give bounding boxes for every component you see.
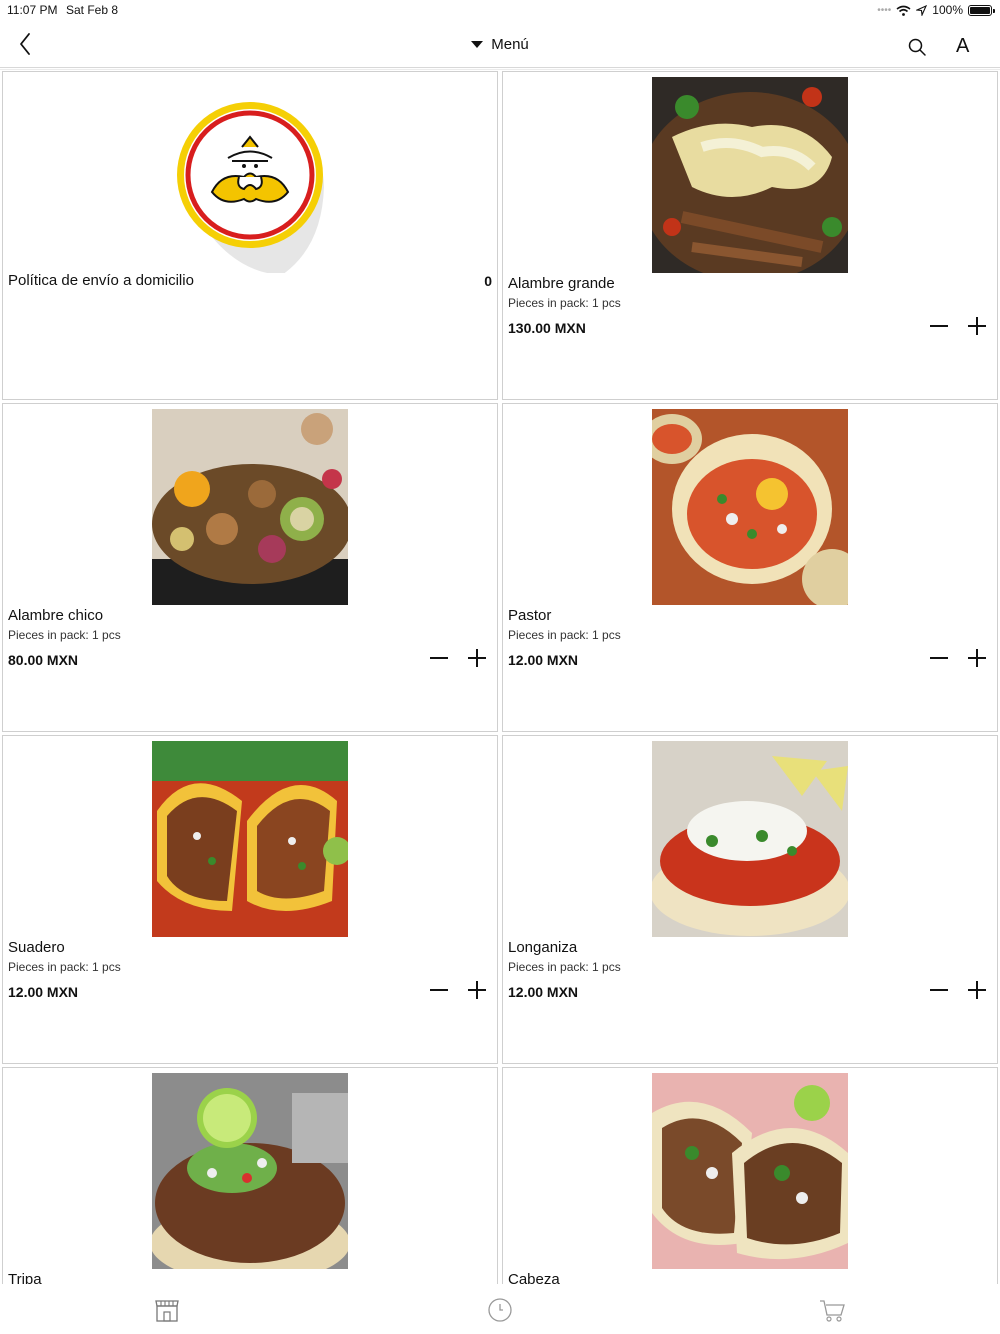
- restaurant-logo: [177, 102, 324, 273]
- cart-icon[interactable]: [818, 1296, 846, 1324]
- search-icon[interactable]: [906, 36, 928, 58]
- status-time: 11:07 PM: [7, 3, 58, 17]
- tab-bar: [0, 1284, 1000, 1334]
- category-selector[interactable]: Menú: [0, 36, 1000, 53]
- product-name: Cabeza: [508, 1271, 560, 1284]
- product-price: 12.00 MXN: [508, 652, 579, 668]
- menu-grid: Política de envío a domicilio 0 Alambre …: [0, 70, 1000, 1284]
- product-name: Tripa: [8, 1271, 42, 1284]
- product-photo: [652, 77, 848, 273]
- status-date: Sat Feb 8: [66, 3, 119, 17]
- product-card[interactable]: Alambre chico Pieces in pack: 1 pcs 80.0…: [2, 403, 498, 732]
- wifi-icon: [896, 5, 911, 16]
- plus-icon[interactable]: [466, 979, 488, 1001]
- nav-bar: Menú A: [0, 20, 1000, 68]
- policy-title: Política de envío a domicilio: [8, 272, 194, 289]
- status-bar: 11:07 PM Sat Feb 8 •••• 100%: [0, 0, 1000, 20]
- store-icon[interactable]: [153, 1296, 181, 1324]
- product-card[interactable]: Alambre grande Pieces in pack: 1 pcs 130…: [502, 71, 998, 400]
- product-name: Pastor: [508, 607, 552, 624]
- minus-icon[interactable]: [428, 647, 450, 669]
- policy-card[interactable]: Política de envío a domicilio 0: [2, 71, 498, 400]
- product-card[interactable]: Tripa: [2, 1067, 498, 1284]
- signal-icon: ••••: [877, 4, 892, 16]
- page-title: Menú: [491, 36, 529, 53]
- product-price: 130.00 MXN: [508, 320, 586, 336]
- product-photo: [652, 741, 848, 937]
- product-photo: [652, 409, 848, 605]
- product-pieces: Pieces in pack: 1 pcs: [508, 628, 621, 642]
- minus-icon[interactable]: [928, 647, 950, 669]
- product-photo: [152, 1073, 348, 1269]
- product-card[interactable]: Pastor Pieces in pack: 1 pcs 12.00 MXN: [502, 403, 998, 732]
- product-photo: [152, 409, 348, 605]
- plus-icon[interactable]: [966, 979, 988, 1001]
- plus-icon[interactable]: [966, 315, 988, 337]
- product-name: Alambre chico: [8, 607, 104, 624]
- product-photo: [152, 741, 348, 937]
- plus-icon[interactable]: [466, 647, 488, 669]
- minus-icon[interactable]: [428, 979, 450, 1001]
- product-pieces: Pieces in pack: 1 pcs: [8, 960, 121, 974]
- product-pieces: Pieces in pack: 1 pcs: [508, 296, 621, 310]
- font-size-icon[interactable]: A: [956, 35, 969, 58]
- policy-count: 0: [484, 273, 492, 289]
- product-price: 12.00 MXN: [508, 984, 579, 1000]
- product-name: Longaniza: [508, 939, 578, 956]
- product-name: Alambre grande: [508, 275, 615, 292]
- clock-icon[interactable]: [486, 1296, 514, 1324]
- minus-icon[interactable]: [928, 979, 950, 1001]
- product-card[interactable]: Longaniza Pieces in pack: 1 pcs 12.00 MX…: [502, 735, 998, 1064]
- minus-icon[interactable]: [928, 315, 950, 337]
- battery-icon: [968, 4, 995, 16]
- product-name: Suadero: [8, 939, 65, 956]
- product-price: 80.00 MXN: [8, 652, 79, 668]
- battery-percent: 100%: [932, 3, 963, 17]
- product-photo: [652, 1073, 848, 1269]
- product-price: 12.00 MXN: [8, 984, 79, 1000]
- product-pieces: Pieces in pack: 1 pcs: [508, 960, 621, 974]
- status-right: •••• 100%: [877, 3, 995, 17]
- product-pieces: Pieces in pack: 1 pcs: [8, 628, 121, 642]
- plus-icon[interactable]: [966, 647, 988, 669]
- location-icon: [916, 4, 928, 16]
- product-card[interactable]: Cabeza: [502, 1067, 998, 1284]
- product-card[interactable]: Suadero Pieces in pack: 1 pcs 12.00 MXN: [2, 735, 498, 1064]
- caret-down-icon: [471, 41, 484, 48]
